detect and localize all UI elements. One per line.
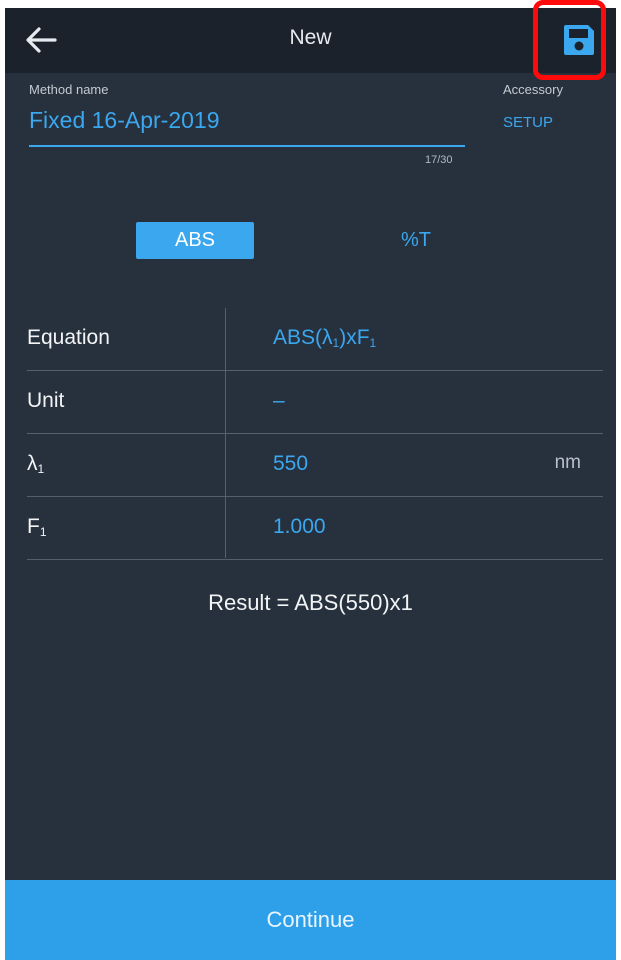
unit-value: –: [273, 389, 285, 412]
factor-value: 1.000: [273, 515, 326, 538]
row-divider: [27, 559, 603, 560]
method-name-input[interactable]: [29, 107, 459, 134]
setup-button[interactable]: SETUP: [503, 114, 553, 131]
mode-abs-button[interactable]: ABS: [136, 222, 254, 259]
floppy-disk-icon: [564, 25, 594, 55]
row-unit[interactable]: Unit –: [27, 371, 603, 434]
top-app-bar: New: [5, 8, 616, 73]
char-counter: 17/30: [425, 154, 453, 166]
app-screen: New Method name 17/30 Accessory SETUP AB…: [5, 8, 616, 960]
row-wavelength[interactable]: λ1 550 nm: [27, 434, 603, 497]
method-name-label: Method name: [29, 82, 109, 97]
wavelength-unit: nm: [554, 452, 581, 473]
wavelength-label: λ1: [27, 452, 45, 476]
row-factor[interactable]: F1 1.000: [27, 497, 603, 560]
unit-label: Unit: [27, 389, 65, 412]
page-title: New: [289, 26, 332, 49]
equation-value: ABS(λ1)xF1: [273, 326, 377, 350]
result-text: Result = ABS(550)x1: [208, 590, 413, 615]
parameters-table: Equation ABS(λ1)xF1 Unit – λ1 550 nm F1 …: [27, 308, 603, 560]
continue-button[interactable]: Continue: [5, 880, 616, 960]
mode-transmittance-button[interactable]: %T: [357, 222, 475, 259]
method-name-underline: [29, 145, 465, 147]
row-equation[interactable]: Equation ABS(λ1)xF1: [27, 308, 603, 371]
factor-label: F1: [27, 515, 47, 539]
save-button[interactable]: [561, 22, 597, 58]
accessory-label: Accessory: [503, 82, 563, 97]
wavelength-value: 550: [273, 452, 309, 475]
equation-label: Equation: [27, 326, 110, 349]
